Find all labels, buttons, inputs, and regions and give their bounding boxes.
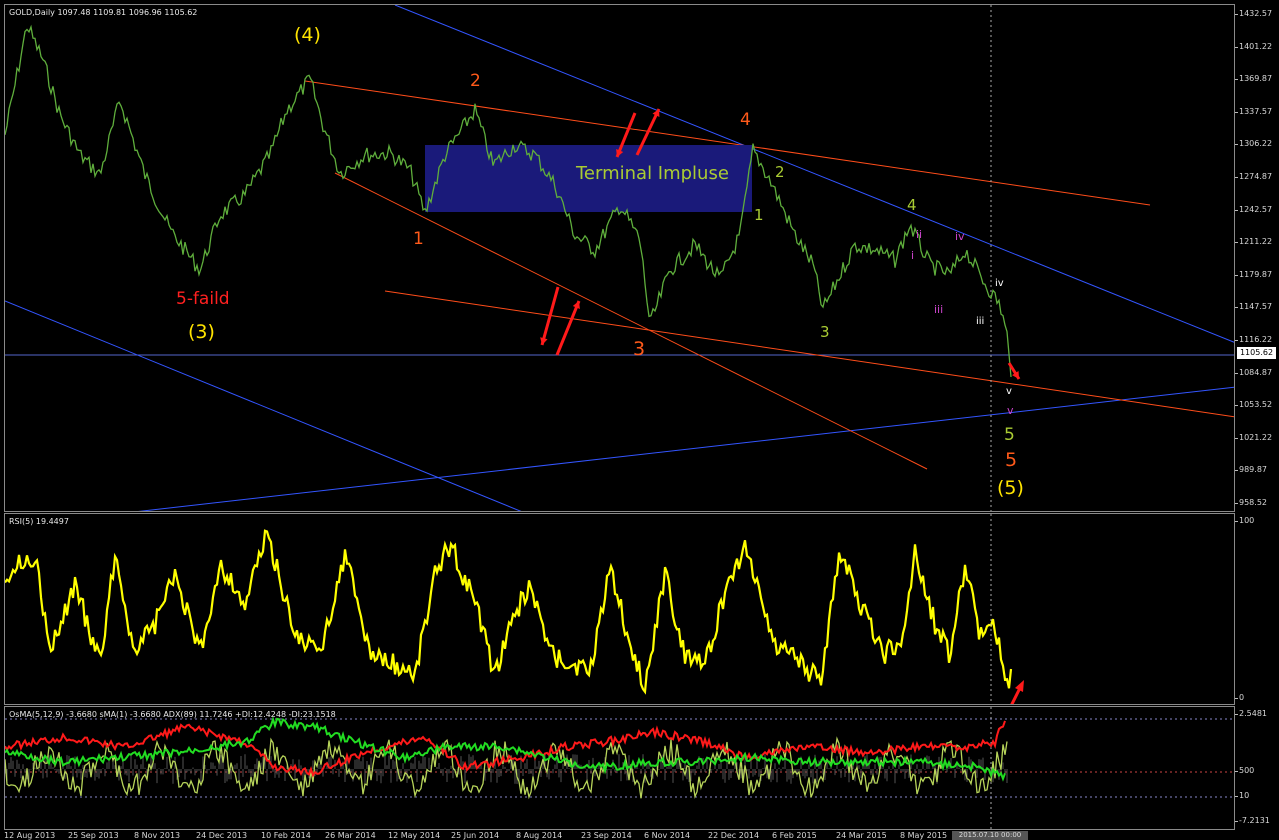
rsi-pane[interactable]: RSI(5) 19.4497 xyxy=(4,513,1235,705)
wave-label-white-iv: iv xyxy=(995,278,1004,289)
date-tick: 8 Nov 2013 xyxy=(134,831,181,840)
price-axis: 1432.57 1401.22 1369.87 1337.57 1306.22 1274.… xyxy=(1234,4,1279,512)
price-tick: 1401.22 xyxy=(1234,41,1273,51)
wave-label-green-1: 1 xyxy=(754,206,764,224)
date-tick: 25 Sep 2013 xyxy=(68,831,119,840)
wave-label-4-major: (4) xyxy=(294,24,321,46)
wave-label-green-4: 4 xyxy=(907,196,917,214)
price-tick: 1021.22 xyxy=(1234,432,1273,442)
date-tick: 25 Jun 2014 xyxy=(451,831,500,840)
terminal-impulse-label: Terminal Impluse xyxy=(576,163,729,184)
price-tick: 1053.52 xyxy=(1234,400,1273,410)
osma-adx-pane[interactable]: OsMA(5,12,9) -3.6680 sMA(1) -3.6680 ADX(… xyxy=(4,706,1235,830)
date-tick: 10 Feb 2014 xyxy=(261,831,311,840)
osma-tick-500: 500 xyxy=(1234,766,1255,775)
price-chart-canvas[interactable] xyxy=(5,5,1235,512)
date-tick: 24 Dec 2013 xyxy=(196,831,248,840)
cursor-date-label: 2015.07.10 00:00 xyxy=(952,831,1028,840)
wave-label-red-5: 5 xyxy=(1005,449,1018,471)
rsi-arrow xyxy=(1010,680,1024,704)
date-axis: 12 Aug 2013 25 Sep 2013 8 Nov 2013 24 Dec 2… xyxy=(0,830,1279,840)
wave-label-purple-i: i xyxy=(911,249,915,262)
date-tick: 26 Mar 2014 xyxy=(325,831,376,840)
wave-label-3-major: (3) xyxy=(188,321,215,343)
price-tick: 1084.87 xyxy=(1234,367,1273,377)
wave-label-purple-v: v xyxy=(1007,404,1014,417)
osma-title: OsMA(5,12,9) -3.6680 sMA(1) -3.6680 ADX(… xyxy=(9,710,336,719)
osma-adx-canvas[interactable] xyxy=(5,707,1235,830)
wave-label-red-1: 1 xyxy=(413,229,424,249)
price-tick: 989.87 xyxy=(1235,465,1267,475)
date-tick: 8 May 2015 xyxy=(900,831,948,840)
date-tick: 8 Aug 2014 xyxy=(516,831,563,840)
wave-label-white-iii: iii xyxy=(976,316,985,327)
blue-trendline-lower xyxy=(5,300,522,511)
wave-label-failed: 5-faild xyxy=(176,289,230,309)
date-tick: 24 Mar 2015 xyxy=(836,831,887,840)
date-tick: 23 Sep 2014 xyxy=(581,831,632,840)
rsi-arrow-head xyxy=(1015,680,1024,692)
red-trendline-bottom xyxy=(384,290,1234,418)
arrow-up-lower-shaft xyxy=(555,300,581,356)
rsi-canvas[interactable] xyxy=(5,514,1235,705)
date-tick: 6 Nov 2014 xyxy=(644,831,691,840)
price-tick: 1432.57 xyxy=(1234,9,1273,18)
date-tick: 22 Dec 2014 xyxy=(708,831,760,840)
wave-label-white-v: v xyxy=(1006,386,1012,397)
price-chart-title: GOLD,Daily 1097.48 1109.81 1096.96 1105.… xyxy=(9,8,198,17)
blue-trendline-support xyxy=(138,386,1234,511)
wave-label-green-3: 3 xyxy=(820,323,830,341)
price-tick: 1147.57 xyxy=(1234,302,1273,312)
wave-label-purple-iii: iii xyxy=(934,303,944,316)
price-tick: 1242.57 xyxy=(1234,204,1273,214)
rsi-line xyxy=(5,529,1013,695)
current-price-label: 1105.62 xyxy=(1237,347,1276,359)
price-tick: 1179.87 xyxy=(1234,269,1273,279)
red-trendline-channel xyxy=(334,172,928,470)
date-tick: 12 Aug 2013 xyxy=(4,831,56,840)
osma-tick-10: 10 xyxy=(1234,791,1250,800)
wave-label-red-2: 2 xyxy=(470,71,481,91)
wave-label-5-major: (5) xyxy=(997,477,1024,499)
date-tick: 6 Feb 2015 xyxy=(772,831,817,840)
wave-label-green-2: 2 xyxy=(775,163,785,181)
wave-label-green-5: 5 xyxy=(1004,425,1015,445)
osma-tick-bottom: -7.2131 xyxy=(1235,816,1270,825)
price-tick: 1274.87 xyxy=(1234,172,1273,181)
price-tick: 958.52 xyxy=(1235,498,1267,507)
arrow-up-lower xyxy=(555,300,581,356)
price-tick: 1337.57 xyxy=(1234,106,1273,116)
date-tick: 12 May 2014 xyxy=(388,831,441,840)
price-chart-pane[interactable]: GOLD,Daily 1097.48 1109.81 1096.96 1105.… xyxy=(4,4,1235,512)
rsi-tick-100: 100 xyxy=(1234,516,1255,525)
rsi-title: RSI(5) 19.4497 xyxy=(9,517,69,526)
price-tick: 1369.87 xyxy=(1234,74,1273,84)
rsi-tick-0: 0 xyxy=(1234,693,1245,702)
osma-tick-top: 2.5481 xyxy=(1235,709,1267,718)
wave-label-red-4: 4 xyxy=(740,110,751,130)
wave-label-purple-iv: iv xyxy=(955,230,965,243)
price-tick: 1211.22 xyxy=(1234,237,1273,247)
wave-label-red-3: 3 xyxy=(633,338,646,360)
price-tick: 1306.22 xyxy=(1234,139,1273,149)
rsi-axis: 100 0 xyxy=(1234,513,1279,705)
price-tick: 1116.22 xyxy=(1234,335,1273,344)
osma-axis: 2.5481 500 10 -7.2131 xyxy=(1234,706,1279,830)
wave-label-purple-ii: ii xyxy=(916,228,923,241)
